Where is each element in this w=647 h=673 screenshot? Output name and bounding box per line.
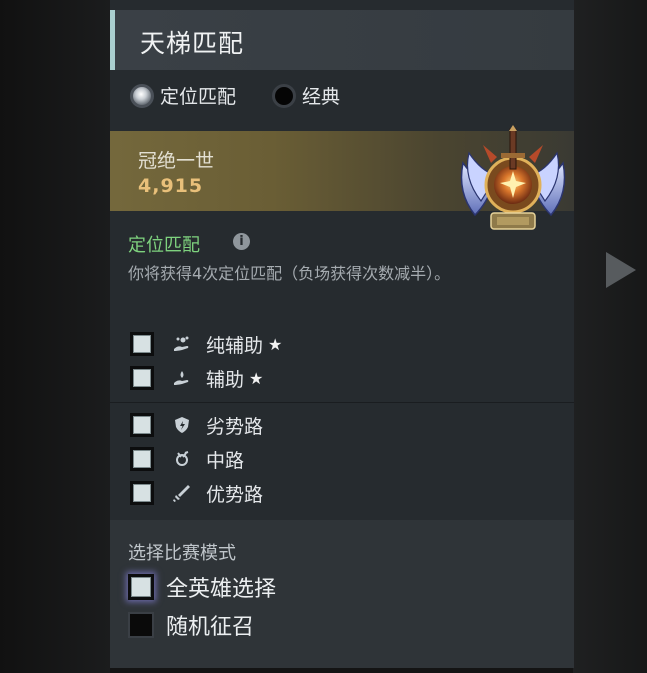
calibration-title: 定位匹配: [128, 235, 200, 256]
game-mode-title: 选择比赛模式: [128, 543, 236, 564]
hard-support-icon: [174, 336, 189, 351]
role-label: 优势路: [206, 483, 264, 506]
role-hard-support[interactable]: 纯辅助 ★: [130, 330, 282, 358]
offlane-icon: [175, 417, 189, 433]
radio-selected-icon[interactable]: [130, 83, 154, 108]
radio-classic-label: 经典: [302, 86, 341, 108]
role-soft-support[interactable]: 辅助 ★: [130, 364, 263, 392]
role-checkbox[interactable]: [130, 332, 154, 356]
role-divider: [110, 402, 574, 403]
background-right: [573, 0, 647, 673]
game-mode-checkbox[interactable]: [128, 574, 154, 600]
role-midlane[interactable]: 中路: [130, 445, 244, 473]
role-label: 纯辅助: [206, 334, 264, 357]
role-checkbox[interactable]: [130, 413, 154, 437]
background-left: [0, 0, 110, 673]
game-mode-checkbox[interactable]: [128, 612, 154, 638]
role-safelane[interactable]: 优势路: [130, 479, 263, 507]
info-icon[interactable]: i: [233, 233, 250, 250]
role-checkbox[interactable]: [130, 481, 154, 505]
game-mode-label: 随机征召: [166, 615, 255, 640]
radio-unselected-icon[interactable]: [272, 83, 296, 108]
soft-support-icon: [174, 371, 189, 385]
match-mode-radio-group: 定位匹配 经典: [130, 82, 560, 112]
game-mode-all-pick[interactable]: 全英雄选择: [128, 572, 276, 602]
immortal-medal-icon: [460, 125, 566, 230]
role-checkbox[interactable]: [130, 447, 154, 471]
game-mode-random-draft[interactable]: 随机征召: [128, 610, 254, 640]
star-icon: ★: [268, 334, 283, 354]
role-checkbox[interactable]: [130, 366, 154, 390]
star-icon: ★: [249, 368, 264, 388]
radio-classic[interactable]: 经典: [272, 82, 340, 109]
midlane-icon: [176, 451, 189, 466]
next-arrow-icon[interactable]: [606, 252, 636, 288]
role-offlane[interactable]: 劣势路: [130, 411, 263, 439]
role-label: 辅助: [206, 368, 245, 391]
game-mode-label: 全英雄选择: [166, 577, 277, 602]
rank-mmr: 4,915: [138, 175, 204, 197]
safelane-icon: [173, 485, 190, 502]
role-label: 劣势路: [206, 415, 264, 438]
rank-name: 冠绝一世: [138, 150, 215, 172]
panel-title: 天梯匹配: [140, 29, 245, 58]
ranked-matchmaking-panel: 天梯匹配 定位匹配 经典 冠绝一世 4,915 定位匹配 i 你将获得4次定位匹…: [110, 0, 574, 668]
calibration-description: 你将获得4次定位匹配（负场获得次数减半）。: [128, 264, 451, 283]
role-label: 中路: [206, 449, 245, 472]
radio-calibration-label: 定位匹配: [160, 86, 237, 108]
game-mode-section: 选择比赛模式 全英雄选择 随机征召: [110, 520, 574, 668]
radio-calibration[interactable]: 定位匹配: [130, 82, 236, 109]
panel-header: 天梯匹配: [110, 10, 574, 70]
rank-banner: 冠绝一世 4,915: [110, 125, 574, 230]
